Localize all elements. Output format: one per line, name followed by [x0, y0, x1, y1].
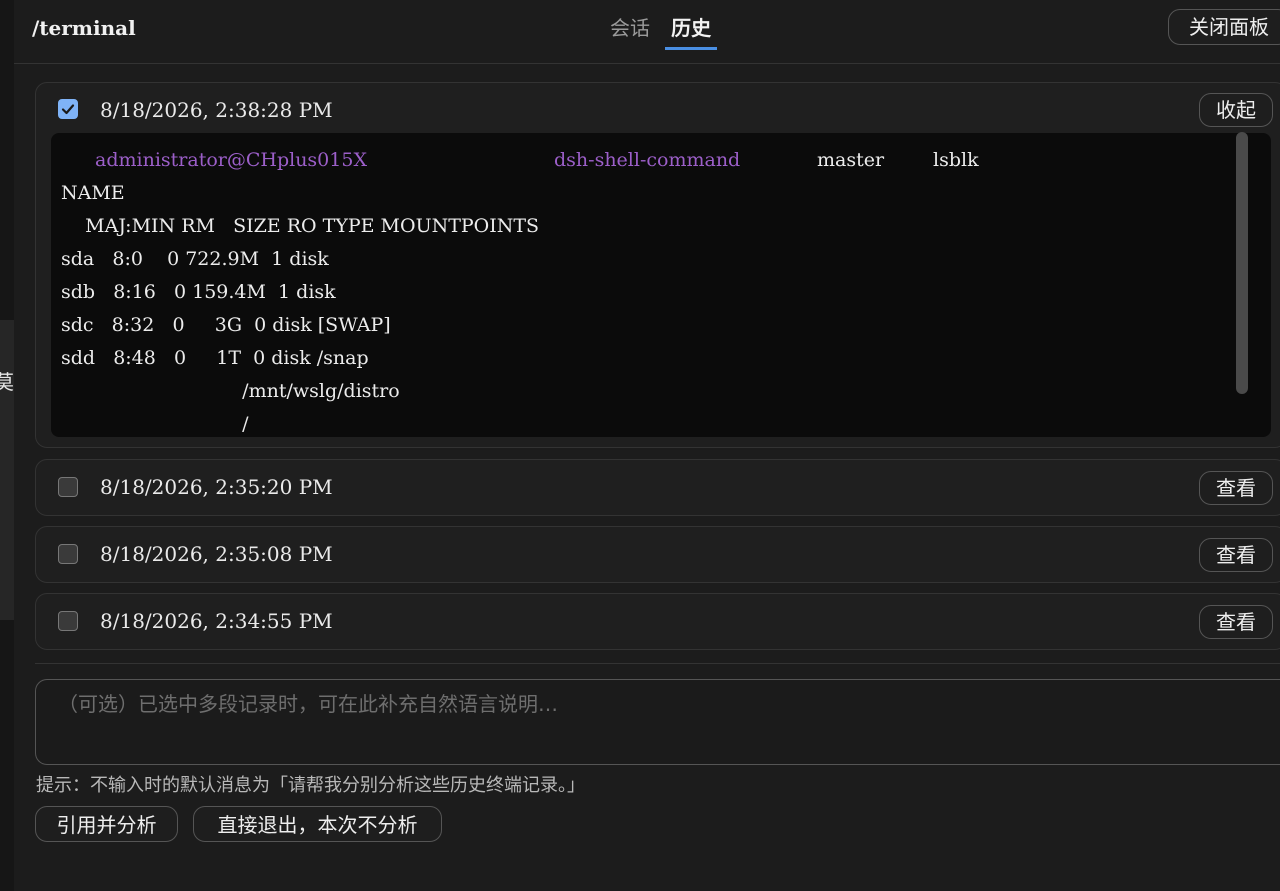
note-input[interactable]	[35, 679, 1280, 765]
panel-header: /terminal 会话 历史 关闭面板	[14, 0, 1280, 64]
view-button[interactable]: 查看	[1199, 471, 1273, 505]
prompt-command: lsblk	[933, 149, 979, 171]
output-line: /	[61, 413, 249, 435]
view-button[interactable]: 查看	[1199, 538, 1273, 572]
history-checkbox[interactable]	[58, 611, 78, 631]
output-line: NAME	[61, 182, 125, 204]
panel-title: /terminal	[32, 16, 136, 40]
tab-history[interactable]: 历史	[665, 12, 718, 50]
sidebar-edge-highlight	[0, 320, 14, 620]
history-card: 8/18/2026, 2:35:20 PM 查看	[35, 459, 1280, 516]
history-timestamp: 8/18/2026, 2:34:55 PM	[100, 609, 333, 633]
output-line: sda 8:0 0 722.9M 1 disk	[61, 248, 329, 270]
terminal-output: administrator@CHplus015X dsh-shell-comma…	[51, 133, 1271, 437]
history-checkbox[interactable]	[58, 477, 78, 497]
tab-bar: 会话 历史	[604, 12, 721, 50]
history-timestamp: 8/18/2026, 2:35:08 PM	[100, 542, 333, 566]
prompt-directory: dsh-shell-command	[554, 149, 741, 171]
output-line: sdc 8:32 0 3G 0 disk [SWAP]	[61, 314, 391, 336]
history-checkbox[interactable]	[58, 544, 78, 564]
output-line: MAJ:MIN RM SIZE RO TYPE MOUNTPOINTS	[61, 215, 540, 237]
divider	[35, 663, 1280, 664]
check-icon	[61, 104, 75, 115]
terminal-scrollbar[interactable]	[1236, 132, 1248, 394]
tab-session[interactable]: 会话	[604, 12, 656, 47]
history-timestamp: 8/18/2026, 2:38:28 PM	[100, 98, 333, 122]
output-line: /mnt/wslg/distro	[61, 380, 400, 402]
hint-text: 提示：不输入时的默认消息为「请帮我分别分析这些历史终端记录。」	[36, 775, 585, 796]
terminal-panel: /terminal 会话 历史 关闭面板 8/18/2026, 2:38:28 …	[14, 0, 1280, 891]
history-card: 8/18/2026, 2:34:55 PM 查看	[35, 593, 1280, 650]
output-line: sdd 8:48 0 1T 0 disk /snap	[61, 347, 369, 369]
history-timestamp: 8/18/2026, 2:35:20 PM	[100, 475, 333, 499]
prompt-branch: master	[817, 149, 885, 171]
history-card: 8/18/2026, 2:38:28 PM 收起 administrator@C…	[35, 82, 1280, 448]
output-line: sdb 8:16 0 159.4M 1 disk	[61, 281, 336, 303]
collapse-button[interactable]: 收起	[1199, 93, 1273, 127]
quote-and-analyze-button[interactable]: 引用并分析	[35, 806, 178, 842]
view-button[interactable]: 查看	[1199, 605, 1273, 639]
exit-without-analysis-button[interactable]: 直接退出，本次不分析	[193, 806, 442, 842]
sidebar-edge-text: 莫	[0, 370, 14, 394]
history-checkbox[interactable]	[58, 99, 78, 119]
close-panel-button[interactable]: 关闭面板	[1168, 9, 1280, 45]
history-card: 8/18/2026, 2:35:08 PM 查看	[35, 526, 1280, 583]
prompt-user: administrator@CHplus015X	[95, 149, 367, 171]
left-sidebar-edge: 莫	[0, 0, 14, 891]
